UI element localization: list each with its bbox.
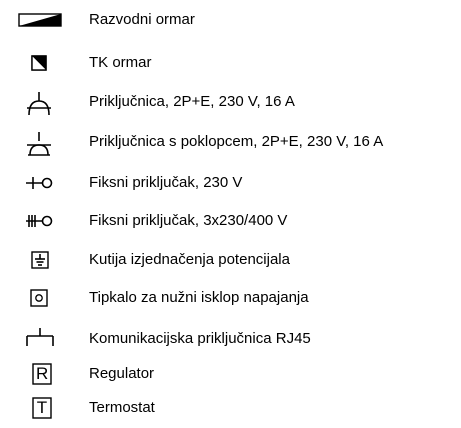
legend-label-rj45-socket: Komunikacijska priključnica RJ45 [89,330,311,347]
equipotential-box-icon [31,251,49,269]
fixed-connection-icon [26,177,53,189]
covered-socket-icon [27,132,51,156]
legend-label-regulator: Regulator [89,365,155,382]
legend-label-telecom-cabinet: TK ormar [89,54,152,71]
legend-label-thermostat: Termostat [89,399,155,416]
socket-icon [27,92,51,116]
telecom-cabinet-icon [31,55,47,71]
legend-label-socket: Priključnica, 2P+E, 230 V, 16 A [89,93,295,110]
thermostat-symbol-letter: T [36,398,48,417]
emergency-stop-button-icon [30,289,48,307]
legend-label-distribution-cabinet: Razvodni ormar [89,11,195,28]
legend-label-covered-socket: Priključnica s poklopcem, 2P+E, 230 V, 1… [89,133,384,150]
regulator-symbol-letter: R [36,364,49,383]
legend-label-equipotential-box: Kutija izjednačenja potencijala [89,251,290,268]
fixed-connection-three-phase-icon [26,215,53,227]
symbol-legend: R T Razvodni ormar TK ormar Priključnica… [0,0,461,428]
rj45-socket-icon [26,328,54,346]
distribution-cabinet-icon [18,13,62,27]
legend-label-fixed-connection-three-phase: Fiksni priključak, 3x230/400 V [89,212,288,229]
legend-label-fixed-connection: Fiksni priključak, 230 V [89,174,243,191]
legend-label-emergency-stop-button: Tipkalo za nužni isklop napajanja [89,289,309,306]
